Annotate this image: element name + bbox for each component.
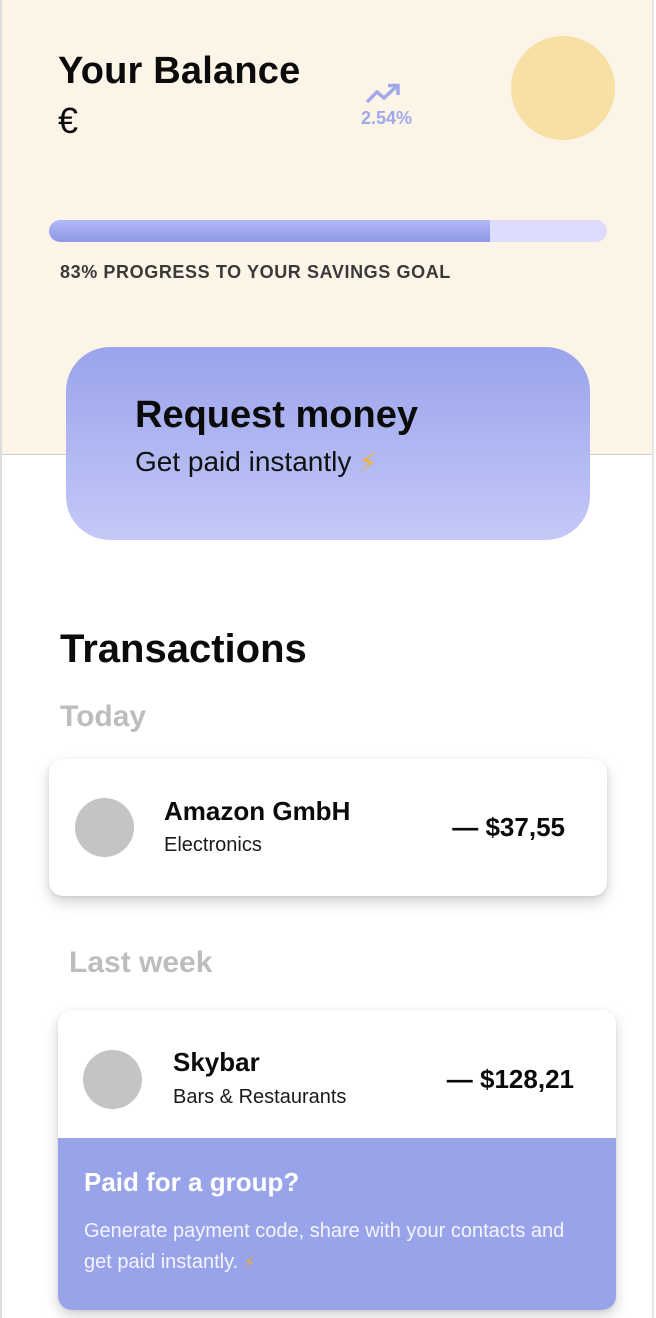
app-screen: Your Balance € 2.54% 83% PROGRESS TO YOU… [0, 0, 654, 1318]
trend-value: 2.54% [361, 108, 413, 128]
transactions-group-last-week: Last week [69, 946, 213, 979]
transaction-row: Amazon GmbH Electronics — $37,55 [49, 759, 607, 896]
transaction-row: Skybar Bars & Restaurants — $128,21 [58, 1010, 616, 1138]
request-money-title: Request money [135, 394, 418, 436]
transactions-title: Transactions [60, 627, 307, 671]
group-payment-panel[interactable]: Paid for a group? Generate payment code,… [58, 1138, 616, 1310]
savings-progress-bar [49, 220, 607, 242]
transaction-amount: — $37,55 [452, 812, 565, 842]
lightning-icon: ⚡ [359, 449, 377, 477]
savings-progress-label: 83% PROGRESS TO YOUR SAVINGS GOAL [60, 262, 451, 282]
request-money-button[interactable]: Request money Get paid instantly ⚡ [66, 347, 590, 540]
transaction-card-amazon[interactable]: Amazon GmbH Electronics — $37,55 [49, 759, 607, 896]
transaction-card-skybar[interactable]: Skybar Bars & Restaurants — $128,21 Paid… [58, 1010, 616, 1310]
balance-trend: 2.54% [358, 82, 432, 129]
merchant-avatar [75, 798, 134, 857]
merchant-name: Skybar [173, 1047, 260, 1077]
savings-progress-fill [49, 220, 490, 242]
merchant-name: Amazon GmbH [164, 796, 351, 826]
trending-up-icon [365, 83, 400, 104]
transaction-amount: — $128,21 [446, 1064, 574, 1094]
request-money-subtitle: Get paid instantly ⚡ [135, 445, 590, 480]
group-payment-description-text: Generate payment code, share with your c… [84, 1220, 565, 1273]
transactions-group-today: Today [60, 700, 147, 733]
group-payment-title: Paid for a group? [84, 1167, 300, 1197]
group-payment-description: Generate payment code, share with your c… [84, 1216, 590, 1279]
balance-title: Your Balance [58, 50, 301, 92]
request-money-subtitle-text: Get paid instantly [135, 446, 352, 477]
merchant-avatar [83, 1050, 142, 1109]
merchant-category: Electronics [164, 834, 262, 856]
balance-currency: € [58, 100, 79, 141]
profile-avatar[interactable] [511, 36, 615, 140]
merchant-category: Bars & Restaurants [173, 1086, 347, 1108]
lightning-icon: ⚡ [243, 1255, 255, 1272]
